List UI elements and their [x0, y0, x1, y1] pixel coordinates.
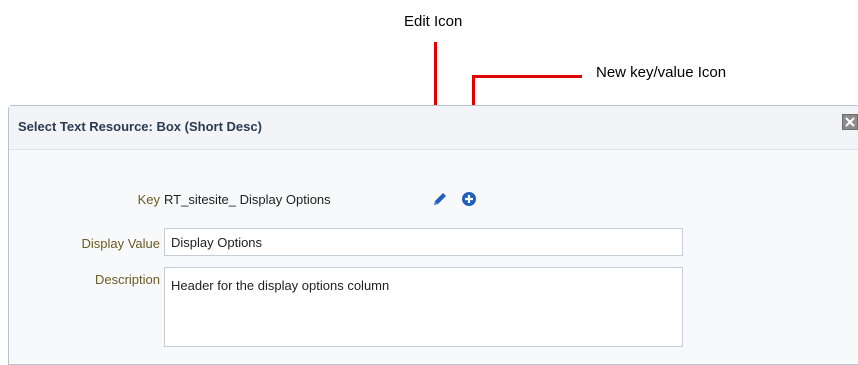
edit-icon-callout-label: Edit Icon — [404, 13, 463, 30]
plus-circle-icon[interactable] — [461, 191, 477, 212]
description-text: Header for the display options column — [171, 278, 390, 293]
key-label: Key — [137, 192, 160, 207]
select-text-resource-dialog: Select Text Resource: Box (Short Desc) K… — [8, 105, 858, 365]
pencil-icon[interactable] — [432, 191, 448, 212]
new-callout-line-horizontal — [472, 75, 582, 78]
description-label: Description — [94, 272, 160, 287]
key-value: RT_sitesite_ Display Options — [164, 192, 331, 207]
new-icon-callout-label: New key/value Icon — [596, 64, 727, 81]
dialog-header: Select Text Resource: Box (Short Desc) — [9, 106, 858, 150]
display-value-label: Display Value — [81, 236, 160, 251]
display-value-input[interactable] — [164, 228, 683, 256]
description-textarea[interactable]: Header for the display options column — [164, 267, 683, 347]
close-icon[interactable] — [842, 114, 858, 130]
dialog-title: Select Text Resource: Box (Short Desc) — [18, 119, 262, 134]
